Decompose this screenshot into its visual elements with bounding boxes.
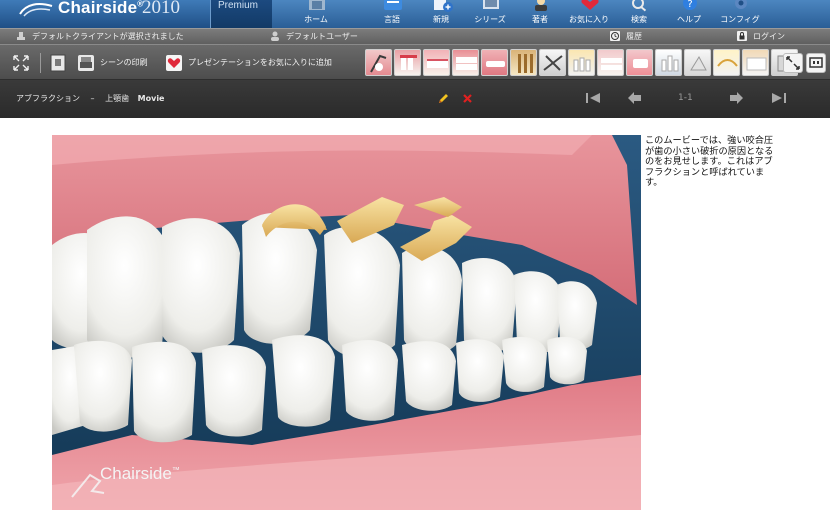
delete-x-icon[interactable] (462, 93, 473, 104)
first-page-icon[interactable] (584, 90, 604, 106)
presentation-title: アブフラクション – 上顎歯 Movie (16, 94, 165, 103)
presentation-icon (809, 57, 823, 68)
status-bar: デフォルトクライアントが選択されました デフォルトユーザー 履歴 ログイン (0, 28, 830, 44)
expand-arrows-icon (13, 55, 29, 71)
fullscreen-toggle-button[interactable] (12, 53, 30, 73)
nav-new-button[interactable]: 新規 (417, 0, 465, 28)
edit-pencil-icon[interactable] (437, 92, 450, 105)
toolbar-divider (40, 53, 41, 73)
title-bar: アブフラクション – 上顎歯 Movie 1-1 (0, 80, 830, 118)
client-icon (17, 32, 25, 40)
nav-help-button[interactable]: ? ヘルプ (665, 0, 713, 28)
series-icon (483, 0, 499, 9)
gear-icon (735, 0, 747, 9)
app-window: Chairside® 2010 Premium ホーム 言語 新規 シリーズ 著… (0, 0, 830, 510)
printer-icon (78, 55, 94, 71)
scene-thumbnail[interactable] (452, 49, 479, 76)
app-year: 2010 (142, 0, 180, 18)
main-content: Chairside™ このムービーでは、強い咬合圧が歯の小さい破折の原因となるの… (0, 118, 830, 510)
scene-thumbnail[interactable] (684, 49, 711, 76)
search-icon (632, 0, 647, 12)
fit-screen-button[interactable] (783, 53, 803, 73)
toolbar: シーンの印刷 プレゼンテーションをお気に入りに追加 (0, 44, 830, 80)
last-page-icon[interactable] (768, 90, 788, 106)
home-icon (309, 0, 325, 10)
scene-thumbnail[interactable] (597, 49, 624, 76)
lock-icon (737, 31, 747, 41)
scene-info-button[interactable] (50, 53, 66, 73)
chairside-watermark: Chairside™ (100, 464, 180, 483)
author-icon (535, 0, 547, 11)
presentation-mode-button[interactable] (806, 53, 826, 73)
scene-thumbnail[interactable] (481, 49, 508, 76)
header-bar: Chairside® 2010 Premium ホーム 言語 新規 シリーズ 著… (0, 0, 830, 28)
nav-language-button[interactable]: 言語 (368, 0, 416, 28)
scene-thumbnail[interactable] (539, 49, 566, 76)
movie-frame[interactable] (52, 135, 641, 510)
scene-thumbnail[interactable] (568, 49, 595, 76)
movie-description: このムービーでは、強い咬合圧が歯の小さい破折の原因となるのをお見せします。これは… (645, 135, 774, 188)
scene-thumbnail[interactable] (655, 49, 682, 76)
nav-search-button[interactable]: 検索 (615, 0, 663, 28)
heart-icon (166, 55, 182, 71)
user-icon (271, 31, 279, 41)
teeth-animation-image (52, 135, 641, 510)
logo[interactable]: Chairside® 2010 (0, 0, 210, 28)
favorites-icon (581, 0, 599, 10)
svg-text:?: ? (687, 0, 692, 10)
history-button[interactable]: 履歴 (610, 30, 642, 44)
scene-thumbnail[interactable] (423, 49, 450, 76)
language-icon (384, 0, 402, 10)
resize-arrows-icon (786, 56, 800, 70)
page-indicator: 1-1 (678, 93, 693, 103)
app-name: Chairside® (58, 0, 144, 17)
scene-thumbnail[interactable] (510, 49, 537, 76)
previous-page-icon[interactable] (625, 90, 645, 106)
nav-author-button[interactable]: 著者 (516, 0, 564, 28)
login-button[interactable]: ログイン (737, 30, 785, 44)
help-icon: ? (683, 0, 697, 10)
scene-thumbnail[interactable] (713, 49, 740, 76)
nav-series-button[interactable]: シリーズ (466, 0, 514, 28)
scene-thumbnail[interactable] (626, 49, 653, 76)
document-icon (50, 54, 66, 72)
scene-thumbnail[interactable] (394, 49, 421, 76)
chair-logo-icon (19, 3, 53, 17)
clock-icon (610, 31, 620, 41)
new-icon (434, 0, 453, 12)
nav-home-button[interactable]: ホーム (292, 0, 340, 28)
next-page-icon[interactable] (726, 90, 746, 106)
nav-favorites-button[interactable]: お気に入り (565, 0, 613, 28)
scene-thumbnail[interactable] (365, 49, 392, 76)
print-scene-button[interactable]: シーンの印刷 (78, 53, 148, 73)
user-status[interactable]: デフォルトユーザー (270, 30, 358, 44)
client-status[interactable]: デフォルトクライアントが選択されました (16, 30, 184, 44)
edition-badge: Premium (210, 0, 272, 28)
scene-thumbnail[interactable] (742, 49, 769, 76)
add-to-favorites-button[interactable]: プレゼンテーションをお気に入りに追加 (166, 53, 332, 73)
nav-config-button[interactable]: コンフィグ (716, 0, 764, 28)
